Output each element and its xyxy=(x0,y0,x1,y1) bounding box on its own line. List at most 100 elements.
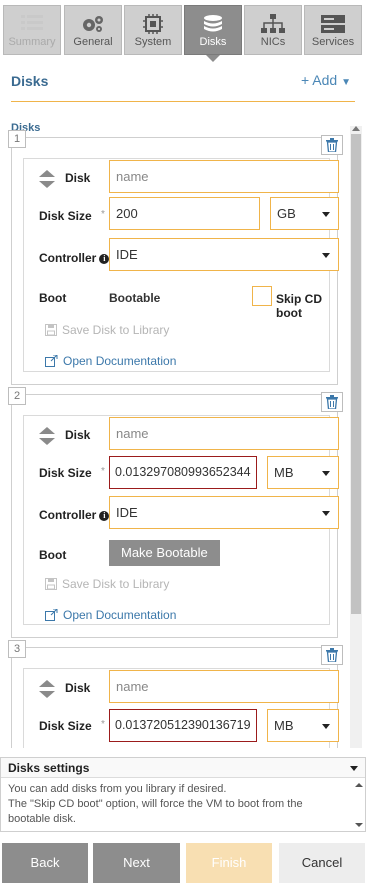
disk-form: Disk name Disk Size * 200 GB Controller i… xyxy=(23,158,339,372)
controller-label: Controller i xyxy=(39,508,110,522)
caret-down-icon[interactable] xyxy=(350,766,358,771)
scrollbar[interactable] xyxy=(350,126,362,748)
help-line: You can add disks from you library if de… xyxy=(8,783,227,795)
trash-icon xyxy=(326,648,338,665)
tab-services[interactable]: Services xyxy=(304,5,362,55)
controller-label-text: Controller xyxy=(39,508,97,522)
external-doc-icon xyxy=(45,608,58,624)
disk-size-input[interactable]: 0.013720512390136719 xyxy=(109,709,257,742)
unit-value: MB xyxy=(274,718,294,733)
info-icon[interactable]: i xyxy=(99,254,110,264)
disk-label: Disk xyxy=(65,681,91,695)
disk-size-label: Disk Size xyxy=(39,466,92,480)
save-disk-to-library-button[interactable]: Save Disk to Library xyxy=(45,577,169,593)
settings-header[interactable]: Disks settings xyxy=(1,758,365,778)
disk-form: Disk name Disk Size * 0.0137205123901367… xyxy=(23,668,339,748)
back-button[interactable]: Back xyxy=(2,843,88,883)
reorder-arrows-icon[interactable] xyxy=(39,427,55,445)
disk-name-input[interactable]: name xyxy=(109,160,339,193)
doc-label: Open Documentation xyxy=(63,608,177,622)
doc-label: Open Documentation xyxy=(63,354,177,368)
delete-disk-1-button[interactable] xyxy=(321,135,343,155)
tab-label: NICs xyxy=(260,36,286,48)
cancel-button[interactable]: Cancel xyxy=(279,843,365,883)
disk-label: Disk xyxy=(65,428,91,442)
controller-select[interactable]: IDE xyxy=(109,238,339,271)
tab-summary[interactable]: Summary xyxy=(3,5,61,55)
controller-select[interactable]: IDE xyxy=(109,496,339,529)
disk-name-input[interactable]: name xyxy=(109,670,339,703)
tab-label: System xyxy=(134,36,172,48)
delete-disk-2-button[interactable] xyxy=(321,392,343,412)
disk-size-label: Disk Size xyxy=(39,209,92,223)
add-disk-button[interactable]: + Add ▼ xyxy=(301,72,351,88)
settings-title: Disks settings xyxy=(8,761,90,775)
boot-label: Boot xyxy=(39,548,67,562)
tab-nics[interactable]: NICs xyxy=(244,5,302,55)
chip-icon xyxy=(125,6,181,36)
settings-help-text: You can add disks from you library if de… xyxy=(1,778,346,828)
disk-size-input[interactable]: 0.013297080993652344 xyxy=(109,456,257,489)
info-icon[interactable]: i xyxy=(99,511,110,521)
network-icon xyxy=(245,6,301,36)
database-icon xyxy=(185,6,241,36)
open-documentation-link[interactable]: Open Documentation xyxy=(45,354,176,370)
disk-number: 3 xyxy=(8,640,26,658)
controller-value: IDE xyxy=(116,247,138,262)
floppy-icon xyxy=(45,324,57,339)
help-line: The "Skip CD boot" option, will force th… xyxy=(8,798,303,825)
external-doc-icon xyxy=(45,354,58,370)
delete-disk-3-button[interactable] xyxy=(321,645,343,665)
make-bootable-button[interactable]: Make Bootable xyxy=(109,540,220,566)
size-unit-select[interactable]: MB xyxy=(267,709,339,742)
save-label: Save Disk to Library xyxy=(62,323,170,337)
reorder-arrows-icon[interactable] xyxy=(39,170,55,188)
disk-label: Disk xyxy=(65,171,91,185)
tab-label: Summary xyxy=(8,36,56,48)
reorder-arrows-icon[interactable] xyxy=(39,680,55,698)
section-title: Disks xyxy=(11,73,49,89)
wizard-tabs: Summary General System Disks NICs Servic… xyxy=(0,0,373,62)
scroll-up-arrow-icon[interactable] xyxy=(352,126,360,131)
save-disk-to-library-button[interactable]: Save Disk to Library xyxy=(45,323,169,339)
disks-settings-panel: Disks settings You can add disks from yo… xyxy=(0,757,366,832)
tab-disks[interactable]: Disks xyxy=(184,5,242,62)
required-marker: * xyxy=(101,466,105,477)
tab-system[interactable]: System xyxy=(124,5,182,55)
disk-size-input[interactable]: 200 xyxy=(109,197,260,230)
size-unit-select[interactable]: MB xyxy=(267,456,339,489)
finish-button[interactable]: Finish xyxy=(186,843,272,883)
tab-general[interactable]: General xyxy=(64,5,122,55)
controller-label: Controller i xyxy=(39,251,110,265)
disk-number: 2 xyxy=(8,387,26,405)
disks-section-header: Disks + Add ▼ xyxy=(11,66,355,102)
disk-name-input[interactable]: name xyxy=(109,417,339,450)
unit-value: MB xyxy=(274,465,294,480)
skip-cd-boot-checkbox[interactable] xyxy=(252,286,272,306)
list-icon xyxy=(4,6,60,36)
disk-form: Disk name Disk Size * 0.0132970809936523… xyxy=(23,415,339,625)
disk-size-label: Disk Size xyxy=(39,719,92,733)
server-icon xyxy=(305,6,361,36)
required-marker: * xyxy=(101,719,105,730)
add-label: + Add xyxy=(301,72,338,88)
controller-value: IDE xyxy=(116,505,138,520)
tab-label: Disks xyxy=(199,36,227,48)
required-marker: * xyxy=(101,209,105,220)
open-documentation-link[interactable]: Open Documentation xyxy=(45,608,176,624)
scroll-down-arrow-icon[interactable] xyxy=(355,823,363,827)
next-button[interactable]: Next xyxy=(93,843,180,883)
gears-icon xyxy=(65,6,121,36)
disk-number: 1 xyxy=(8,130,26,148)
disk-card-2: 2 Disk name Disk Size * 0.01329708099365… xyxy=(8,387,339,638)
scroll-thumb[interactable] xyxy=(351,134,361,614)
save-label: Save Disk to Library xyxy=(62,577,170,591)
skip-cd-boot-label: Skip CD boot xyxy=(276,292,323,320)
trash-icon xyxy=(326,138,338,155)
settings-scrollbar[interactable] xyxy=(354,781,363,831)
disk-card-1: 1 Disk name Disk Size * 200 GB Controlle… xyxy=(8,130,339,385)
size-unit-select[interactable]: GB xyxy=(270,197,339,230)
floppy-icon xyxy=(45,578,57,593)
disk-card-3: 3 Disk name Disk Size * 0.01372051239013… xyxy=(8,640,339,748)
scroll-up-arrow-icon[interactable] xyxy=(355,783,363,787)
